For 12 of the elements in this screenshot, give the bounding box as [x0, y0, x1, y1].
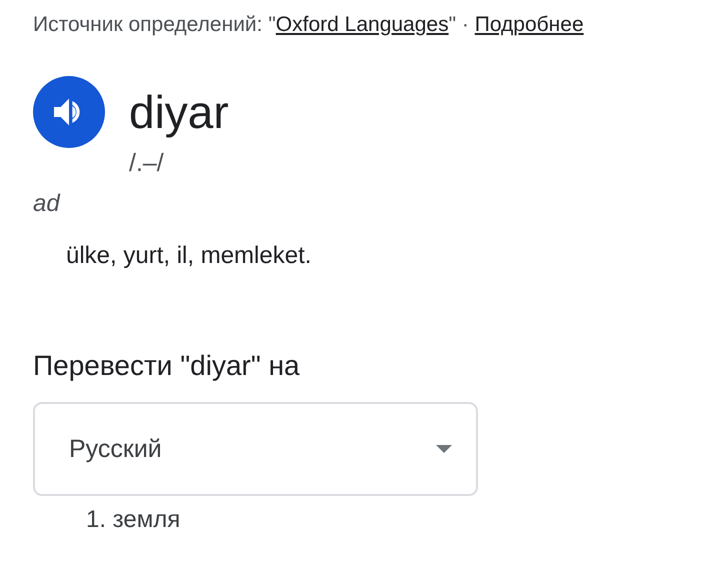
source-link[interactable]: Oxford Languages [276, 10, 449, 40]
source-separator: " · [448, 12, 470, 38]
translation-result: 1. земля [86, 506, 182, 534]
definition: ülke, yurt, il, memleket. [66, 242, 312, 270]
headword: diyar [129, 85, 229, 139]
source-label: Источник определений: " [33, 12, 276, 38]
dropdown-caret-icon [436, 445, 452, 453]
more-link[interactable]: Подробнее [474, 10, 584, 40]
part-of-speech: ad [33, 190, 62, 218]
language-select[interactable]: Русский [33, 402, 478, 496]
phonetic: /.–/ [129, 148, 165, 178]
translate-heading: Перевести "diyar" на [33, 350, 301, 382]
